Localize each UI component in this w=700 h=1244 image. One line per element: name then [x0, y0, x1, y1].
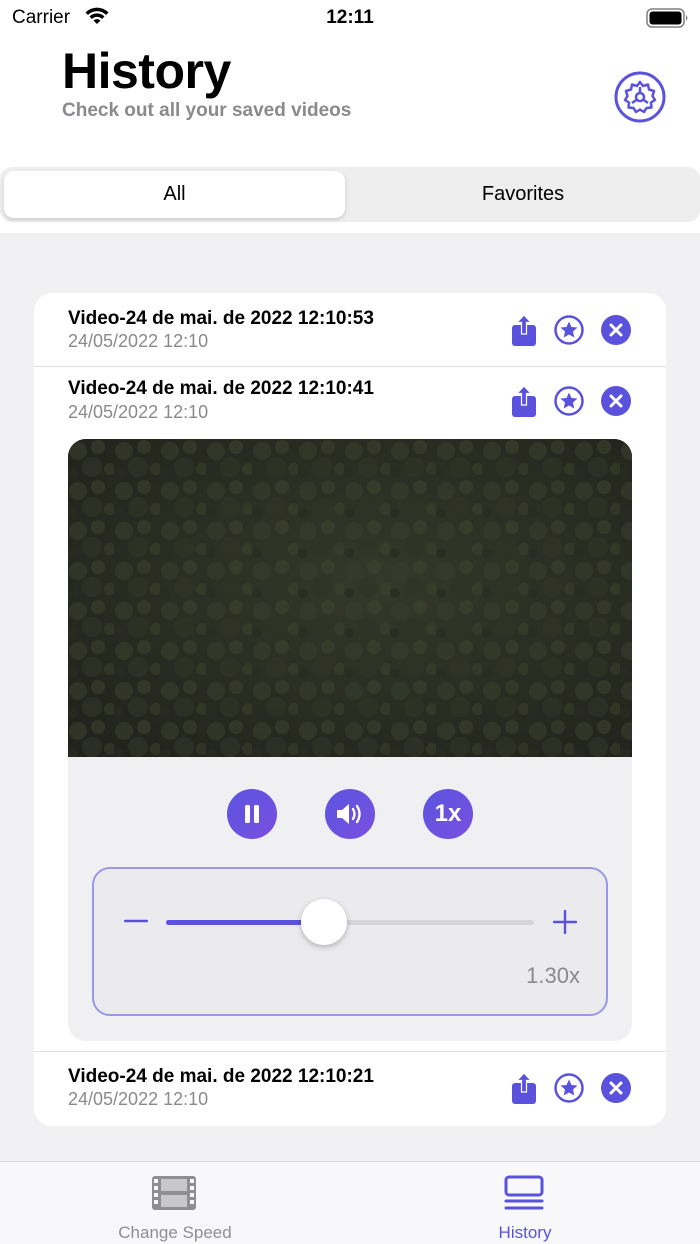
increase-speed-button[interactable] [552, 909, 578, 935]
forest-video-image [68, 439, 632, 757]
tab-history[interactable]: History [350, 1162, 700, 1244]
row-actions [508, 314, 638, 346]
share-icon [512, 314, 536, 346]
video-name: Video-24 de mai. de 2022 12:10:41 [68, 378, 374, 399]
star-icon [554, 386, 584, 416]
status-bar: Carrier 12:11 [0, 0, 700, 36]
history-list-icon [500, 1174, 548, 1212]
video-player: 1x 1.30x [68, 439, 632, 1041]
pause-button[interactable] [227, 789, 277, 839]
video-row[interactable]: Video-24 de mai. de 2022 12:10:41 24/05/… [34, 367, 666, 437]
tab-label: History [498, 1223, 552, 1242]
volume-icon [337, 804, 361, 824]
row-actions [508, 1072, 638, 1104]
favorite-button[interactable] [553, 314, 585, 346]
page-title: History [62, 43, 231, 99]
settings-button[interactable] [614, 71, 666, 123]
minus-icon [123, 919, 149, 923]
battery-icon [646, 8, 690, 33]
favorite-button[interactable] [553, 385, 585, 417]
delete-button[interactable] [600, 385, 632, 417]
share-button[interactable] [508, 1072, 540, 1104]
share-button[interactable] [508, 385, 540, 417]
film-icon [150, 1174, 198, 1212]
close-icon [601, 386, 631, 416]
close-icon [601, 315, 631, 345]
segment-favorites[interactable]: Favorites [350, 171, 696, 218]
clock: 12:11 [326, 7, 374, 28]
share-icon [512, 1072, 536, 1104]
speed-slider-thumb[interactable] [301, 899, 347, 945]
close-icon [601, 1073, 631, 1103]
segmented-control: All Favorites [0, 167, 700, 222]
video-row[interactable]: Video-24 de mai. de 2022 12:10:53 24/05/… [34, 293, 666, 363]
star-icon [554, 315, 584, 345]
video-name: Video-24 de mai. de 2022 12:10:53 [68, 308, 374, 329]
volume-button[interactable] [325, 789, 375, 839]
decrease-speed-button[interactable] [123, 911, 149, 931]
video-row[interactable]: Video-24 de mai. de 2022 12:10:21 24/05/… [34, 1052, 666, 1122]
video-frame[interactable] [68, 439, 632, 757]
speed-control: 1.30x [92, 867, 608, 1016]
share-button[interactable] [508, 314, 540, 346]
delete-button[interactable] [600, 314, 632, 346]
speed-toggle-button[interactable]: 1x [423, 789, 473, 839]
gear-icon [614, 71, 666, 123]
speed-slider[interactable] [166, 920, 534, 925]
tab-bar: Change Speed History [0, 1161, 700, 1244]
tab-label: Change Speed [118, 1223, 232, 1242]
video-list-card: Video-24 de mai. de 2022 12:10:53 24/05/… [34, 293, 666, 1126]
segment-all[interactable]: All [4, 171, 345, 218]
row-actions [508, 385, 638, 417]
speed-value: 1.30x [526, 963, 580, 988]
tab-change-speed[interactable]: Change Speed [0, 1162, 350, 1244]
delete-button[interactable] [600, 1072, 632, 1104]
video-date: 24/05/2022 12:10 [68, 331, 209, 351]
star-icon [554, 1073, 584, 1103]
video-date: 24/05/2022 12:10 [68, 1089, 209, 1109]
favorite-button[interactable] [553, 1072, 585, 1104]
share-icon [512, 385, 536, 417]
page-subtitle: Check out all your saved videos [62, 100, 352, 121]
pause-icon [245, 805, 259, 823]
video-date: 24/05/2022 12:10 [68, 402, 209, 422]
video-name: Video-24 de mai. de 2022 12:10:21 [68, 1066, 374, 1087]
plus-icon [552, 909, 578, 935]
